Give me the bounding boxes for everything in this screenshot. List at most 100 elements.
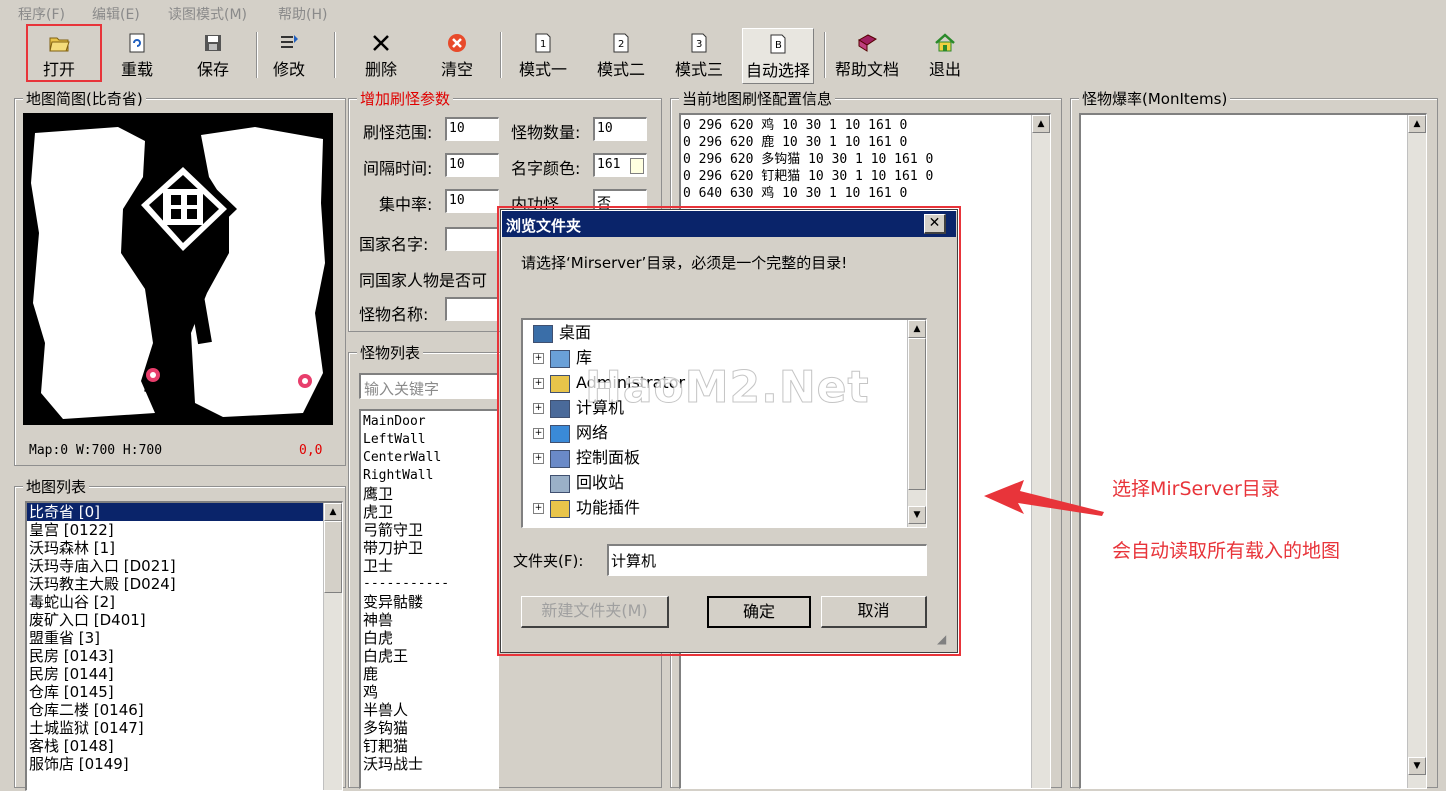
map-list[interactable]: 比奇省 [0] 皇宫 [0122] 沃玛森林 [1] 沃玛寺庙入口 [D021] 沃玛教… [25, 501, 343, 791]
scroll-up-icon[interactable]: ▲ [324, 503, 342, 521]
map-list-item[interactable]: 沃玛森林 [1] [27, 539, 325, 557]
toolbar-edit-button[interactable]: 修改 [254, 28, 324, 82]
expand-plus-icon[interactable]: + [533, 503, 544, 514]
tree-item[interactable]: 桌面 [533, 320, 591, 345]
map-list-group: 地图列表 比奇省 [0] 皇宫 [0122] 沃玛森林 [1] 沃玛寺庙入口 [D02… [14, 476, 346, 791]
expand-plus-icon[interactable]: + [533, 378, 544, 389]
monster-list-item[interactable]: 钉耙猫 [361, 737, 449, 755]
tree-item[interactable]: + 库 [533, 345, 592, 370]
menu-read-mode[interactable]: 读图模式(M) [168, 4, 247, 24]
config-scrollbar[interactable]: ▲ [1031, 115, 1050, 788]
dialog-title: 浏览文件夹 [506, 217, 582, 235]
monster-list-item[interactable]: 沃玛战士 [361, 755, 449, 773]
tree-item[interactable]: 回收站 [533, 470, 624, 495]
map-preview-title: 地图简图(比奇省) [23, 88, 146, 109]
monster-list-item[interactable]: 神兽 [361, 611, 449, 629]
folder-input[interactable]: 计算机 [607, 544, 927, 576]
monster-list-item[interactable]: RightWall [361, 467, 449, 485]
menu-help[interactable]: 帮助(H) [278, 4, 327, 24]
monster-list-item[interactable]: 鹰卫 [361, 485, 449, 503]
toolbar-exit-home-button[interactable]: 退出 [910, 28, 980, 82]
dialog-close-icon[interactable]: ✕ [924, 214, 946, 234]
map-list-item[interactable]: 沃玛教主大殿 [D024] [27, 575, 325, 593]
color-swatch-icon[interactable] [630, 158, 644, 174]
map-list-item[interactable]: 民房 [0143] [27, 647, 325, 665]
resize-grip-icon[interactable]: ◢ [937, 632, 946, 646]
monster-list-item[interactable]: ----------- [361, 575, 449, 593]
scroll-up-icon[interactable]: ▲ [908, 320, 926, 338]
toolbar-mode-2-button[interactable]: 2 模式二 [586, 28, 656, 82]
drop-scrollbar[interactable]: ▲ ▼ [1407, 115, 1426, 788]
map-list-item[interactable]: 盟重省 [3] [27, 629, 325, 647]
map-minimap[interactable] [23, 113, 333, 425]
map-list-item[interactable]: 土城监狱 [0147] [27, 719, 325, 737]
monster-list-item[interactable]: 半兽人 [361, 701, 449, 719]
map-list-item[interactable]: 民房 [0144] [27, 665, 325, 683]
ok-button[interactable]: 确定 [707, 596, 811, 628]
scroll-up-icon[interactable]: ▲ [1408, 115, 1426, 133]
tree-item[interactable]: + 网络 [533, 420, 608, 445]
toolbar-mode-3-button[interactable]: 3 模式三 [664, 28, 734, 82]
focus-input[interactable]: 10 [445, 189, 499, 213]
map-list-scrollbar[interactable]: ▲ [323, 503, 342, 790]
monster-list[interactable]: MainDoor LeftWall CenterWall RightWall 鹰卫 虎卫弓… [359, 409, 499, 789]
map-list-item[interactable]: 毒蛇山谷 [2] [27, 593, 325, 611]
scroll-down-icon[interactable]: ▼ [1408, 757, 1426, 775]
toolbar-help-book-button[interactable]: 帮助文档 [832, 28, 902, 82]
monster-list-item[interactable]: LeftWall [361, 431, 449, 449]
nation-input[interactable] [445, 227, 499, 251]
map-list-item[interactable]: 仓库 [0145] [27, 683, 325, 701]
tree-scrollbar[interactable]: ▲ ▼ [907, 320, 926, 527]
control-panel-icon [550, 449, 570, 468]
scroll-down-icon[interactable]: ▼ [908, 506, 926, 524]
folder-tree[interactable]: 桌面 + 库 + Administrator + 计算机 + 网络 + 控制面板 回收站 + 功能插件 ▲… [521, 318, 927, 528]
map-list-item[interactable]: 比奇省 [0] [27, 503, 325, 521]
toolbar-clear-button[interactable]: 清空 [422, 28, 492, 82]
monster-list-item[interactable]: CenterWall [361, 449, 449, 467]
monster-list-item[interactable]: 多钩猫 [361, 719, 449, 737]
toolbar-save-button[interactable]: 保存 [178, 28, 248, 82]
monster-list-item[interactable]: 弓箭守卫 [361, 521, 449, 539]
map-list-item[interactable]: 沃玛寺庙入口 [D021] [27, 557, 325, 575]
cancel-button[interactable]: 取消 [821, 596, 927, 628]
interval-input[interactable]: 10 [445, 153, 499, 177]
expand-plus-icon[interactable]: + [533, 453, 544, 464]
scroll-up-icon[interactable]: ▲ [1032, 115, 1050, 133]
monster-list-item[interactable]: 白虎王 [361, 647, 449, 665]
toolbar-reload-button[interactable]: 重载 [102, 28, 172, 82]
toolbar-auto-select-button[interactable]: B 自动选择 [742, 28, 814, 84]
tree-item[interactable]: + 控制面板 [533, 445, 640, 470]
monster-list-item[interactable]: 白虎 [361, 629, 449, 647]
color-input[interactable]: 161 [593, 153, 647, 177]
expand-plus-icon[interactable]: + [533, 353, 544, 364]
map-list-item[interactable]: 废矿入口 [D401] [27, 611, 325, 629]
monster-list-item[interactable]: 带刀护卫 [361, 539, 449, 557]
menu-program[interactable]: 程序(F) [18, 4, 65, 24]
map-list-item[interactable]: 仓库二楼 [0146] [27, 701, 325, 719]
monster-list-item[interactable]: 卫士 [361, 557, 449, 575]
expand-plus-icon[interactable]: + [533, 403, 544, 414]
count-input[interactable]: 10 [593, 117, 647, 141]
toolbar-delete-x-button[interactable]: 删除 [346, 28, 416, 82]
same-nation-label: 同国家人物是否可 [359, 271, 488, 290]
monster-list-item[interactable]: MainDoor [361, 413, 449, 431]
monster-list-item[interactable]: 鹿 [361, 665, 449, 683]
menu-edit[interactable]: 编辑(E) [92, 4, 140, 24]
dialog-titlebar[interactable]: 浏览文件夹 ✕ [502, 211, 956, 237]
expand-plus-icon[interactable]: + [533, 428, 544, 439]
monster-search-input[interactable]: 输入关键字 [359, 373, 499, 399]
map-list-item[interactable]: 客栈 [0148] [27, 737, 325, 755]
drop-textarea[interactable]: ▲ ▼ [1079, 113, 1427, 789]
monster-list-item[interactable]: 虎卫 [361, 503, 449, 521]
map-list-item[interactable]: 皇宫 [0122] [27, 521, 325, 539]
toolbar-mode-1-button[interactable]: 1 模式一 [508, 28, 578, 82]
monster-name-input[interactable] [445, 297, 499, 321]
monster-list-item[interactable]: 变异骷髅 [361, 593, 449, 611]
tree-item[interactable]: + 功能插件 [533, 495, 640, 520]
map-list-item[interactable]: 服饰店 [0149] [27, 755, 325, 773]
tree-scroll-thumb[interactable] [908, 338, 926, 490]
range-input[interactable]: 10 [445, 117, 499, 141]
scroll-thumb[interactable] [324, 521, 342, 593]
monster-list-item[interactable]: 鸡 [361, 683, 449, 701]
new-folder-button[interactable]: 新建文件夹(M) [521, 596, 669, 628]
